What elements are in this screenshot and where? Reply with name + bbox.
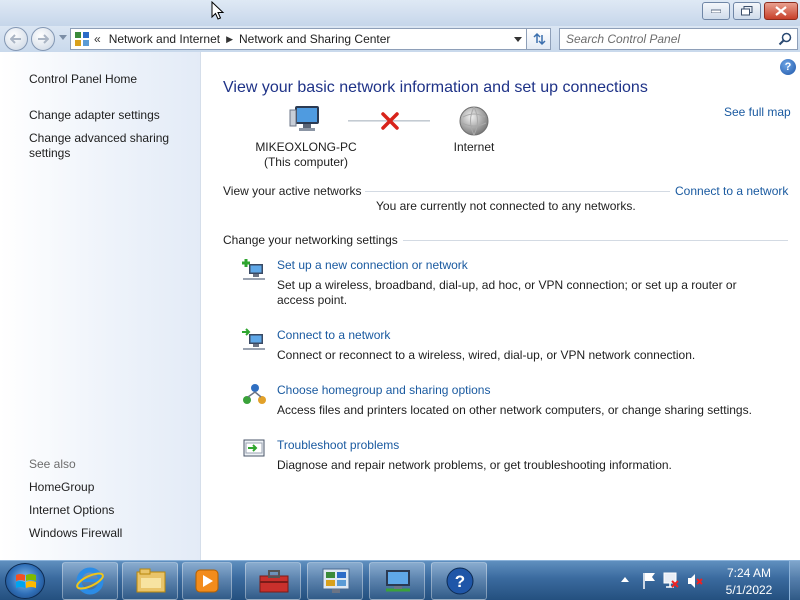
forward-arrow-icon [38, 34, 49, 44]
search-input[interactable] [560, 29, 770, 49]
windows-explorer-icon [136, 568, 166, 593]
taskbar-control-panel[interactable] [307, 562, 363, 600]
back-arrow-icon [10, 34, 21, 44]
help-icon: ? [446, 567, 474, 595]
restore-button[interactable] [733, 2, 761, 20]
no-connection-x-icon[interactable] [380, 112, 400, 130]
homegroup-icon [243, 384, 266, 404]
this-computer-label: (This computer) [263, 155, 349, 169]
refresh-button[interactable] [527, 28, 551, 50]
new-connection-icon [242, 259, 265, 280]
toolbox-icon [259, 570, 289, 593]
network-disconnected-tray-icon[interactable] [663, 572, 679, 588]
setup-new-connection-link[interactable]: Set up a new connection or network [277, 258, 468, 272]
navigation-bar: « Network and Internet ▶ Network and Sha… [0, 26, 800, 52]
active-networks-heading: View your active networks [223, 184, 362, 198]
choose-homegroup-sharing-link[interactable]: Choose homegroup and sharing options [277, 383, 490, 397]
volume-muted-icon[interactable] [688, 574, 703, 588]
mouse-cursor-icon [211, 1, 225, 20]
control-panel-icon [75, 32, 89, 46]
taskbar-toolbox[interactable] [245, 562, 301, 600]
refresh-icon [533, 32, 546, 46]
control-panel-icon [322, 568, 350, 593]
media-player-icon [195, 569, 219, 593]
section-divider [365, 191, 670, 192]
forward-button[interactable] [31, 27, 55, 51]
connect-network-icon [242, 328, 265, 350]
homegroup-link[interactable]: HomeGroup [29, 480, 94, 495]
window-title-bar[interactable] [0, 0, 800, 26]
taskbar-help-and-support[interactable]: ? [431, 562, 487, 600]
computer-name: MIKEOXLONG-PC (This computer) [248, 140, 364, 170]
connect-to-network-link[interactable]: Connect to a network [675, 184, 788, 198]
network-icon [386, 570, 410, 592]
computer-name-label: MIKEOXLONG-PC [255, 140, 357, 154]
taskbar: ? 7:24 AM 5/1/2022 [0, 560, 800, 600]
help-icon: ? [784, 61, 792, 73]
svg-text:?: ? [455, 572, 465, 591]
taskbar-windows-explorer[interactable] [122, 562, 178, 600]
system-tray[interactable] [612, 567, 712, 595]
see-full-map-link[interactable]: See full map [724, 105, 791, 119]
breadcrumb-overflow-chevron[interactable]: « [94, 32, 101, 46]
internet-options-link[interactable]: Internet Options [29, 503, 114, 518]
minimize-icon [711, 9, 721, 13]
address-bar[interactable]: « Network and Internet ▶ Network and Sha… [70, 28, 527, 50]
troubleshoot-icon [243, 439, 265, 457]
breadcrumb-network-and-sharing-center[interactable]: Network and Sharing Center [239, 32, 390, 46]
computer-icon[interactable] [289, 104, 323, 134]
connect-to-network-task-link[interactable]: Connect to a network [277, 328, 390, 342]
minimize-button[interactable] [702, 2, 730, 20]
internet-label: Internet [453, 140, 495, 154]
troubleshoot-problems-description: Diagnose and repair network problems, or… [277, 458, 672, 472]
see-also-label: See also [29, 457, 76, 471]
close-button[interactable] [764, 2, 798, 20]
windows-firewall-link[interactable]: Windows Firewall [29, 526, 122, 541]
address-dropdown-arrow[interactable] [514, 37, 522, 42]
main-content: ? View your basic network information an… [202, 52, 800, 560]
help-button[interactable]: ? [780, 59, 796, 75]
breadcrumb-separator[interactable]: ▶ [226, 34, 233, 45]
breadcrumb-network-and-internet[interactable]: Network and Internet [109, 32, 220, 46]
change-advanced-sharing-settings-link[interactable]: Change advanced sharing settings [29, 131, 189, 161]
change-networking-settings-heading: Change your networking settings [223, 233, 398, 247]
search-icon[interactable] [778, 32, 792, 46]
back-button[interactable] [4, 27, 28, 51]
internet-globe-icon[interactable] [458, 105, 490, 137]
control-panel-home-link[interactable]: Control Panel Home [29, 72, 137, 87]
not-connected-message: You are currently not connected to any n… [376, 199, 636, 213]
taskbar-network-and-sharing-center[interactable] [369, 562, 425, 600]
troubleshoot-problems-link[interactable]: Troubleshoot problems [277, 438, 399, 452]
left-task-pane: Control Panel Home Change adapter settin… [0, 52, 201, 560]
connect-to-network-description: Connect or reconnect to a wireless, wire… [277, 348, 696, 362]
recent-pages-dropdown[interactable] [59, 35, 67, 40]
clock-date[interactable]: 5/1/2022 [712, 583, 786, 597]
show-desktop-button[interactable] [789, 561, 800, 600]
close-icon [775, 6, 787, 16]
windows-logo-icon [16, 574, 36, 588]
page-title: View your basic network information and … [223, 79, 648, 96]
internet-explorer-icon [76, 567, 104, 595]
choose-homegroup-sharing-description: Access files and printers located on oth… [277, 403, 752, 417]
change-adapter-settings-link[interactable]: Change adapter settings [29, 108, 160, 123]
clock-time[interactable]: 7:24 AM [712, 566, 786, 580]
taskbar-media-player[interactable] [182, 562, 232, 600]
section-divider [403, 240, 788, 241]
taskbar-internet-explorer[interactable] [62, 562, 118, 600]
setup-new-connection-description: Set up a wireless, broadband, dial-up, a… [277, 278, 737, 307]
search-box[interactable] [559, 28, 798, 50]
start-button[interactable] [5, 563, 45, 599]
restore-icon [741, 6, 753, 16]
action-center-flag-icon[interactable] [643, 573, 655, 589]
